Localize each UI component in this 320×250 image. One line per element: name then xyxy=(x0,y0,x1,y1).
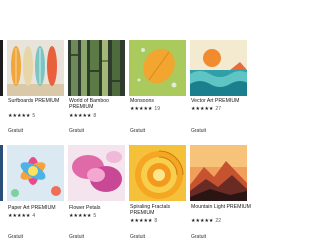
star-rating-icon: ★★★★★ xyxy=(130,218,153,224)
tile-rating: ★★★★★ 4 xyxy=(8,213,35,219)
rating-count: 5 xyxy=(32,113,36,119)
tile-price: Gratuit xyxy=(69,128,85,134)
tile-title: Flower Petals xyxy=(69,205,101,211)
tile-title: Monsoons xyxy=(130,98,154,104)
tile-rating: ★★★★★ 19 xyxy=(130,106,160,112)
star-rating-icon: ★★★★★ xyxy=(8,113,31,119)
star-rating-icon: ★★★★★ xyxy=(69,113,92,119)
tile-price: Gratuit xyxy=(191,128,207,134)
tile-title: Surfboards PREMIUM xyxy=(8,98,60,104)
star-rating-icon: ★★★★★ xyxy=(191,218,214,224)
tile-title: Mountain Light PREMIUM xyxy=(191,204,251,210)
tile-rating: ★★★★★ 5 xyxy=(69,213,96,219)
star-rating-icon: ★★★★★ xyxy=(69,213,92,219)
tile-thumbnail xyxy=(190,40,247,96)
rating-count: 8 xyxy=(154,218,158,224)
rating-count: 5 xyxy=(93,213,97,219)
tile-price: Gratuit xyxy=(8,128,24,134)
tile-thumbnail xyxy=(7,40,64,96)
tile-price: Gratuit xyxy=(191,234,207,240)
partial-tile-thumb-row1[interactable] xyxy=(0,40,3,96)
tile-thumbnail xyxy=(68,40,125,96)
rating-count: 22 xyxy=(215,218,221,224)
tile-title: World of Bamboo PREMIUM xyxy=(69,98,109,111)
rating-count: 27 xyxy=(215,106,221,112)
star-rating-icon: ★★★★★ xyxy=(191,106,214,112)
tile-thumbnail xyxy=(129,40,186,96)
tile-rating: ★★★★★ 5 xyxy=(8,113,35,119)
tile-thumbnail xyxy=(7,145,64,201)
tile-thumbnail xyxy=(129,145,186,201)
tile-thumbnail xyxy=(68,145,125,201)
tile-title: Spiraling Fractals PREMIUM xyxy=(130,204,171,217)
rating-count: 19 xyxy=(154,106,160,112)
star-rating-icon: ★★★★★ xyxy=(8,213,31,219)
tile-price: Gratuit xyxy=(8,234,24,240)
rating-count: 8 xyxy=(93,113,97,119)
star-rating-icon: ★★★★★ xyxy=(130,106,153,112)
partial-tile-thumb-row2[interactable] xyxy=(0,145,3,201)
tile-thumbnail xyxy=(190,145,247,201)
rating-count: 4 xyxy=(32,213,36,219)
tile-rating: ★★★★★ 8 xyxy=(130,218,157,224)
tile-title: Paper Art PREMIUM xyxy=(8,205,56,211)
tile-price: Gratuit xyxy=(130,234,146,240)
tile-rating: ★★★★★ 27 xyxy=(191,106,221,112)
tile-title: Vector Art PREMIUM xyxy=(191,98,240,104)
tile-price: Gratuit xyxy=(69,234,85,240)
tile-rating: ★★★★★ 22 xyxy=(191,218,221,224)
tile-price: Gratuit xyxy=(130,128,146,134)
tile-rating: ★★★★★ 8 xyxy=(69,113,96,119)
